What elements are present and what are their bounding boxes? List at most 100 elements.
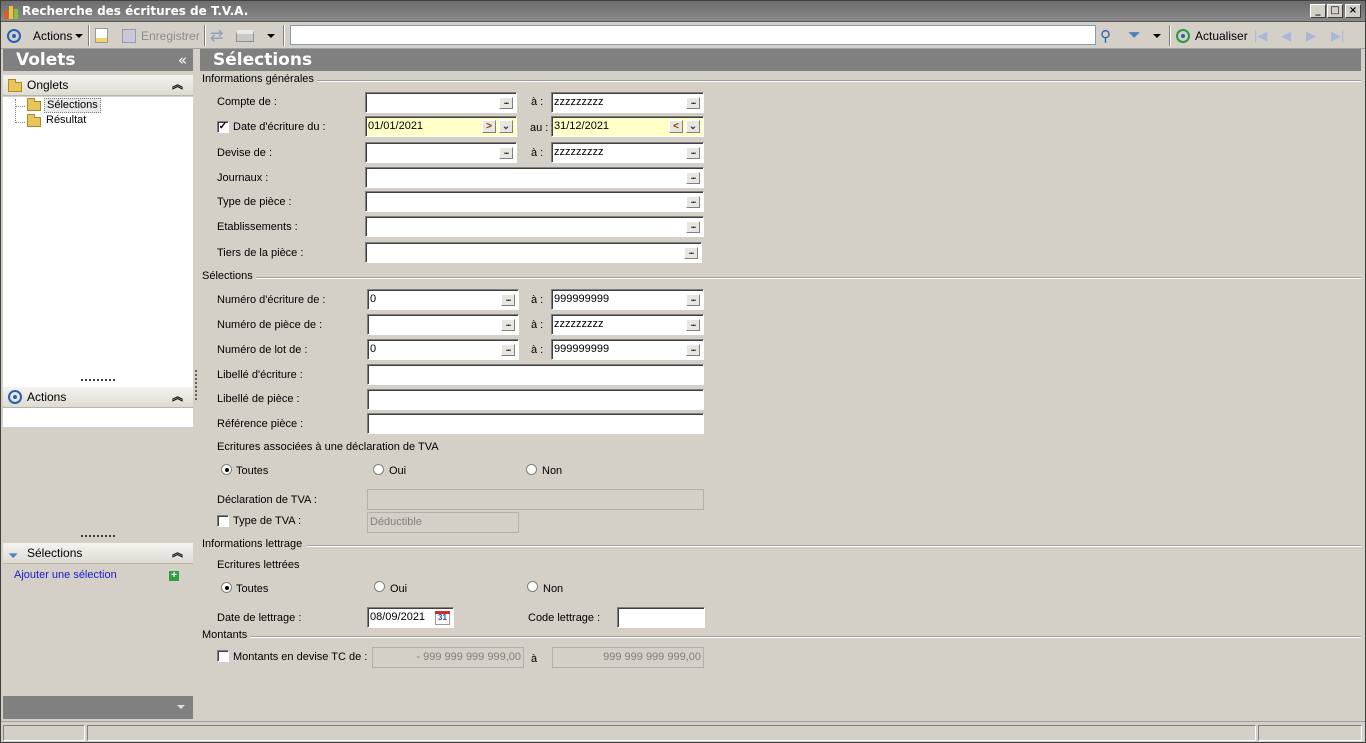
calendar-icon[interactable]: 31: [435, 611, 450, 625]
onglets-header[interactable]: Onglets ︽: [3, 75, 193, 96]
journaux-field[interactable]: ...: [365, 167, 704, 188]
etablissements-label: Etablissements :: [217, 221, 298, 233]
tiers-field[interactable]: ...: [365, 242, 702, 263]
etablissements-field[interactable]: ...: [365, 216, 704, 237]
print-icon[interactable]: [236, 25, 254, 46]
tree-item-selections[interactable]: Sélections: [44, 98, 101, 113]
num-lot-from-field[interactable]: 0...: [367, 339, 519, 360]
first-record-icon[interactable]: |◀: [1254, 25, 1267, 46]
type-piece-field[interactable]: ...: [365, 191, 704, 212]
actions-header[interactable]: Actions ︽: [3, 387, 193, 408]
lettrage-radio-toutes[interactable]: [221, 582, 232, 593]
splitter-grip[interactable]: [81, 535, 115, 538]
onglets-title: Onglets: [27, 78, 69, 92]
assoc-radio-non[interactable]: [526, 464, 537, 475]
ellipsis-icon[interactable]: ...: [686, 221, 700, 233]
type-tva-checkbox[interactable]: [217, 515, 229, 527]
previous-record-icon[interactable]: ◀: [1281, 25, 1291, 46]
libelle-piece-field[interactable]: [367, 389, 704, 410]
assoc-radio-toutes[interactable]: [221, 464, 232, 475]
date-checkbox[interactable]: ✓: [217, 121, 229, 133]
montant-to-field[interactable]: 999 999 999 999,00: [552, 647, 704, 668]
save-button[interactable]: Enregistrer: [122, 25, 200, 46]
compte-to-label: à :: [531, 96, 544, 108]
actions-menu-button[interactable]: Actions: [33, 25, 84, 46]
type-tva-label: Type de TVA :: [233, 515, 302, 527]
chevron-up-icon[interactable]: ︽: [172, 387, 183, 408]
num-ecriture-to-field[interactable]: 999999999...: [551, 289, 704, 310]
assoc-radio-oui[interactable]: [373, 464, 384, 475]
minimize-button[interactable]: _: [1310, 4, 1326, 18]
ellipsis-icon[interactable]: ...: [501, 344, 515, 356]
montant-from-field[interactable]: - 999 999 999 999,00: [372, 647, 524, 668]
ellipsis-icon[interactable]: ...: [501, 319, 515, 331]
last-record-icon[interactable]: ▶|: [1331, 25, 1344, 46]
ellipsis-icon[interactable]: ...: [686, 319, 700, 331]
chevron-down-icon[interactable]: [177, 705, 185, 709]
next-record-icon[interactable]: ▶: [1306, 25, 1316, 46]
num-lot-to-field[interactable]: 999999999...: [551, 339, 704, 360]
close-button[interactable]: ×: [1345, 4, 1361, 18]
onglets-tree: Sélections Résultat: [3, 97, 193, 427]
assoc-option-non: Non: [542, 465, 563, 477]
ellipsis-icon[interactable]: ...: [686, 344, 700, 356]
tree-item-resultat[interactable]: Résultat: [44, 114, 88, 127]
ellipsis-icon[interactable]: ...: [684, 247, 698, 259]
ellipsis-icon[interactable]: ...: [686, 147, 700, 159]
code-lettrage-label: Code lettrage :: [528, 612, 601, 624]
num-ecriture-from-field[interactable]: 0...: [367, 289, 519, 310]
add-icon[interactable]: +: [169, 571, 179, 581]
compte-to-field[interactable]: zzzzzzzzz...: [551, 92, 704, 113]
ellipsis-icon[interactable]: ...: [686, 196, 700, 208]
devise-to-label: à :: [531, 147, 544, 159]
selections-form: Sélections Informations générales Compte…: [197, 49, 1361, 719]
code-lettrage-field[interactable]: [617, 607, 705, 628]
filter-icon[interactable]: ⏷: [1128, 25, 1141, 46]
num-piece-to-field[interactable]: zzzzzzzzz...: [551, 314, 704, 335]
ellipsis-icon[interactable]: ...: [501, 294, 515, 306]
ellipsis-icon[interactable]: ...: [499, 97, 513, 109]
ellipsis-icon[interactable]: ...: [499, 147, 513, 159]
selections-title: Sélections: [27, 546, 83, 560]
print-dropdown-icon[interactable]: [264, 25, 275, 46]
actions-circle-icon: [7, 25, 21, 46]
tiers-label: Tiers de la pièce :: [217, 247, 304, 259]
ellipsis-icon[interactable]: ...: [686, 294, 700, 306]
devise-to-field[interactable]: zzzzzzzzz...: [551, 142, 704, 163]
chevron-down-icon[interactable]: ⌄: [499, 120, 513, 133]
lettrage-radio-oui[interactable]: [374, 581, 385, 592]
lettrage-radio-non[interactable]: [527, 581, 538, 592]
montants-checkbox[interactable]: [217, 650, 229, 662]
type-tva-field[interactable]: Déductible: [367, 512, 519, 533]
chevron-down-icon: [75, 33, 84, 38]
add-selection-link[interactable]: Ajouter une sélection: [14, 569, 117, 581]
libelle-ecriture-field[interactable]: [367, 364, 704, 385]
chevron-up-icon[interactable]: ︽: [172, 75, 183, 96]
search-input[interactable]: [290, 25, 1096, 45]
maximize-button[interactable]: □: [1327, 4, 1343, 18]
search-icon[interactable]: ⚲: [1100, 25, 1111, 46]
filter-dropdown-icon[interactable]: [1150, 25, 1161, 46]
devise-from-field[interactable]: ...: [365, 142, 517, 163]
collapse-panel-icon[interactable]: «: [178, 49, 187, 71]
ellipsis-icon[interactable]: ...: [686, 172, 700, 184]
date-from-field[interactable]: 01/01/2021 > ⌄: [365, 116, 517, 137]
compte-from-field[interactable]: ...: [365, 92, 517, 113]
refresh-button[interactable]: Actualiser: [1176, 25, 1248, 46]
reference-piece-field[interactable]: [367, 413, 704, 434]
sync-icon[interactable]: ⇄: [210, 25, 223, 46]
selections-header[interactable]: ⏷ Sélections ︽: [3, 543, 193, 564]
chevron-right-icon[interactable]: >: [482, 120, 496, 133]
date-lettrage-field[interactable]: 08/09/2021 31: [367, 607, 454, 628]
chevron-left-icon[interactable]: <: [669, 120, 683, 133]
date-to-field[interactable]: 31/12/2021 < ⌄: [551, 116, 704, 137]
ellipsis-icon[interactable]: ...: [686, 97, 700, 109]
chevron-up-icon[interactable]: ︽: [172, 543, 183, 564]
group-title-selections: Sélections: [202, 270, 256, 282]
splitter-grip[interactable]: [81, 379, 115, 382]
declaration-tva-field[interactable]: [367, 489, 704, 510]
new-document-icon[interactable]: [95, 25, 108, 46]
num-piece-from-field[interactable]: ...: [367, 314, 519, 335]
chevron-down-icon[interactable]: ⌄: [686, 120, 700, 133]
toolbar-separator: [1169, 25, 1171, 46]
